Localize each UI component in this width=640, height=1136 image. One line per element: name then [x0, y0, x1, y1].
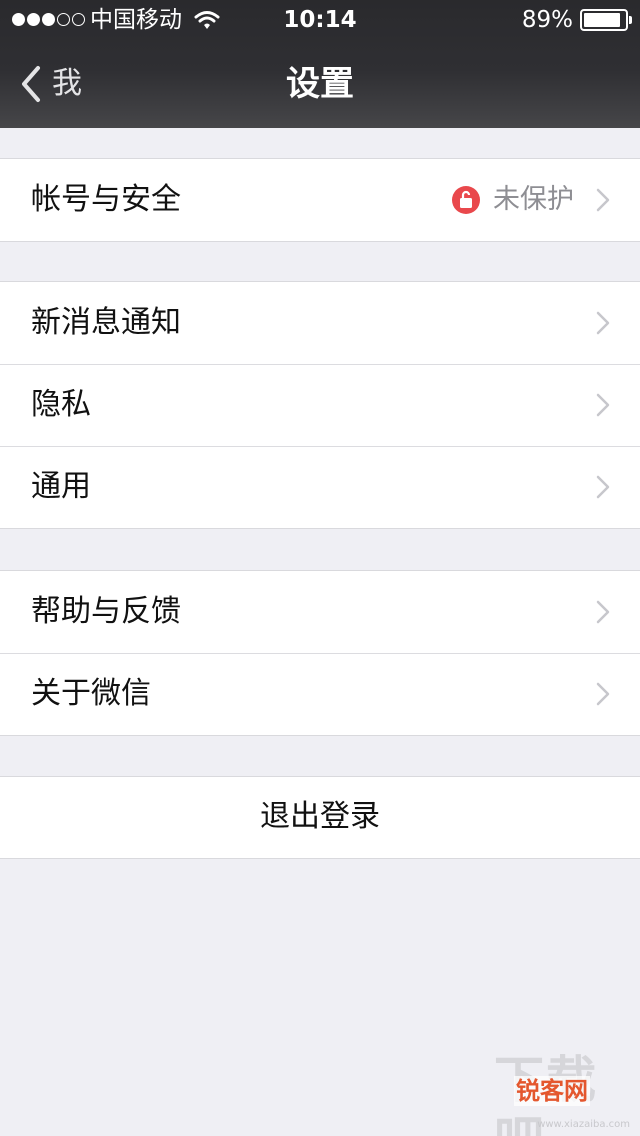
status-bar: 中国移动 10:14 89%	[0, 0, 640, 40]
settings-item-label: 隐私	[31, 387, 91, 422]
battery-icon	[580, 9, 632, 31]
watermark-url: www.xiazaiba.com	[537, 1119, 630, 1130]
logout-button-label: 退出登录	[260, 799, 380, 834]
settings-item-account-security[interactable]: 帐号与安全 未保护	[0, 159, 640, 241]
logout-button[interactable]: 退出登录	[0, 776, 640, 859]
settings-group-account: 帐号与安全 未保护	[0, 158, 640, 242]
chevron-right-icon	[596, 393, 610, 417]
settings-item-general[interactable]: 通用	[0, 446, 640, 528]
chevron-right-icon	[596, 475, 610, 499]
settings-group-help: 帮助与反馈 关于微信	[0, 570, 640, 736]
security-status: 未保护	[493, 184, 574, 215]
settings-item-label: 关于微信	[31, 676, 151, 711]
lock-icon	[452, 186, 480, 214]
settings-screen: 中国移动 10:14 89% 我 设置 帐号与安全 未保护 新消息通知 隐私 通…	[0, 0, 640, 1136]
settings-item-notifications[interactable]: 新消息通知	[0, 282, 640, 364]
chevron-right-icon	[596, 682, 610, 706]
watermark: 下载吧 锐客网 www.xiazaiba.com	[494, 1050, 634, 1136]
top-bar: 中国移动 10:14 89% 我 设置	[0, 0, 640, 128]
chevron-right-icon	[596, 600, 610, 624]
settings-item-label: 帮助与反馈	[31, 594, 181, 629]
battery-percent: 89%	[521, 7, 573, 33]
settings-item-about[interactable]: 关于微信	[0, 653, 640, 735]
page-title: 设置	[286, 64, 354, 104]
chevron-right-icon	[596, 188, 610, 212]
watermark-site-name: 锐客网	[514, 1076, 590, 1106]
settings-item-label: 帐号与安全	[31, 182, 181, 217]
settings-item-label: 新消息通知	[31, 305, 181, 340]
settings-item-help-feedback[interactable]: 帮助与反馈	[0, 571, 640, 653]
chevron-right-icon	[596, 311, 610, 335]
settings-group-general: 新消息通知 隐私 通用	[0, 281, 640, 529]
settings-item-privacy[interactable]: 隐私	[0, 364, 640, 446]
settings-item-label: 通用	[31, 469, 91, 504]
